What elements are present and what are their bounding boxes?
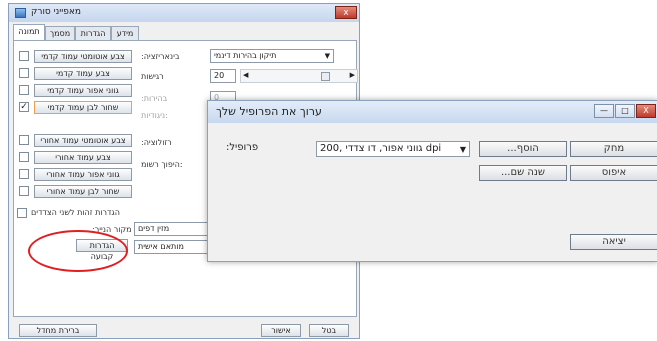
title-bar: ערוך את הפרופיל שלך — □ X — [208, 101, 657, 123]
minimize-button[interactable]: — — [594, 104, 614, 118]
tab-document[interactable]: מסמך — [45, 26, 75, 40]
image-type-button[interactable]: גווני אפור עמוד אחורי — [34, 168, 132, 181]
binarization-select[interactable]: תיקון בהירות דינמי ▼ — [210, 49, 334, 63]
image-type-checkbox[interactable] — [19, 186, 29, 196]
close-button[interactable]: X — [636, 104, 656, 118]
tab-info[interactable]: מידע — [111, 26, 139, 40]
add-button[interactable]: ...הוסף — [479, 141, 567, 157]
image-type-button[interactable]: שחור לבן עמוד אחורי — [34, 185, 132, 198]
paper-source-select[interactable]: מזין דפים — [134, 222, 214, 236]
title-bar: מאפייני סורק x — [9, 4, 359, 22]
reverse-label: היפוך רשומ: — [141, 160, 183, 169]
dialog-title: ערוך את הפרופיל שלך — [216, 105, 322, 118]
profile-label: :פרופיל — [226, 142, 259, 153]
sensitivity-slider[interactable]: ◀ ▶ — [240, 69, 358, 83]
binarization-value: תיקון בהירות דינמי — [214, 51, 277, 60]
image-type-button[interactable]: צבע אוטומטי עמוד אחורי — [34, 134, 132, 147]
arrow-left-icon[interactable]: ◀ — [243, 71, 248, 79]
image-type-checkbox[interactable] — [19, 68, 29, 78]
contrast-label: ניגודיות: — [141, 111, 168, 120]
edit-profile-dialog: ערוך את הפרופיל שלך — □ X :פרופיל גווני … — [207, 100, 657, 262]
close-button[interactable]: x — [335, 6, 357, 19]
image-type-button[interactable]: גווני אפור עמוד קדמי — [34, 84, 132, 97]
sensitivity-label: רגישות — [141, 72, 164, 81]
merge-sides-checkbox[interactable] — [17, 208, 27, 218]
resolution-label: :רזולוציה — [141, 138, 172, 147]
maximize-button[interactable]: □ — [615, 104, 635, 118]
chevron-down-icon: ▼ — [459, 145, 466, 154]
arrow-right-icon[interactable]: ▶ — [350, 71, 355, 79]
sensitivity-value[interactable]: 20 — [210, 69, 236, 83]
image-type-checkbox[interactable] — [19, 169, 29, 179]
image-type-checkbox[interactable] — [19, 51, 29, 61]
reset-button[interactable]: איפוס — [570, 165, 657, 181]
default-button[interactable]: ברירת מחדל — [19, 324, 97, 337]
image-type-button[interactable]: צבע עמוד אחורי — [34, 151, 132, 164]
image-type-checkbox[interactable] — [19, 152, 29, 162]
image-type-checkbox[interactable] — [19, 135, 29, 145]
chevron-down-icon: ▼ — [324, 52, 330, 60]
tab-image[interactable]: תמונה — [13, 24, 45, 41]
rename-button[interactable]: ...שנה שם — [479, 165, 567, 181]
profile-select[interactable]: מותאם אישית — [134, 240, 214, 254]
image-type-checkbox-checked[interactable]: ✓ — [19, 102, 29, 112]
image-type-button[interactable]: צבע עמוד קדמי — [34, 67, 132, 80]
image-type-button[interactable]: צבע אוטומטי עמוד קדמי — [34, 50, 132, 63]
app-icon — [15, 8, 26, 18]
slider-thumb[interactable] — [321, 72, 330, 81]
merge-sides-label: הגדרות זהות לשני הצדדים — [31, 208, 120, 217]
ok-button[interactable]: אישור — [261, 324, 301, 337]
exit-button[interactable]: יציאה — [570, 234, 657, 250]
tab-settings[interactable]: הגדרות — [75, 26, 111, 40]
profile-select[interactable]: גווני אפור, דו צדדי ,200 dpi ▼ — [316, 141, 470, 157]
delete-button[interactable]: מחק — [570, 141, 657, 157]
image-type-button-selected[interactable]: שחור לבן עמוד קדמי — [34, 101, 132, 114]
window-title: מאפייני סורק — [31, 7, 82, 17]
profile-value: גווני אפור, דו צדדי ,200 dpi — [320, 143, 442, 154]
binarization-label: :בינאריזציה — [141, 52, 180, 61]
annotation-circle — [28, 230, 128, 272]
brightness-label: :בהירות — [141, 94, 168, 103]
image-type-checkbox[interactable] — [19, 85, 29, 95]
cancel-button[interactable]: בטל — [309, 324, 349, 337]
